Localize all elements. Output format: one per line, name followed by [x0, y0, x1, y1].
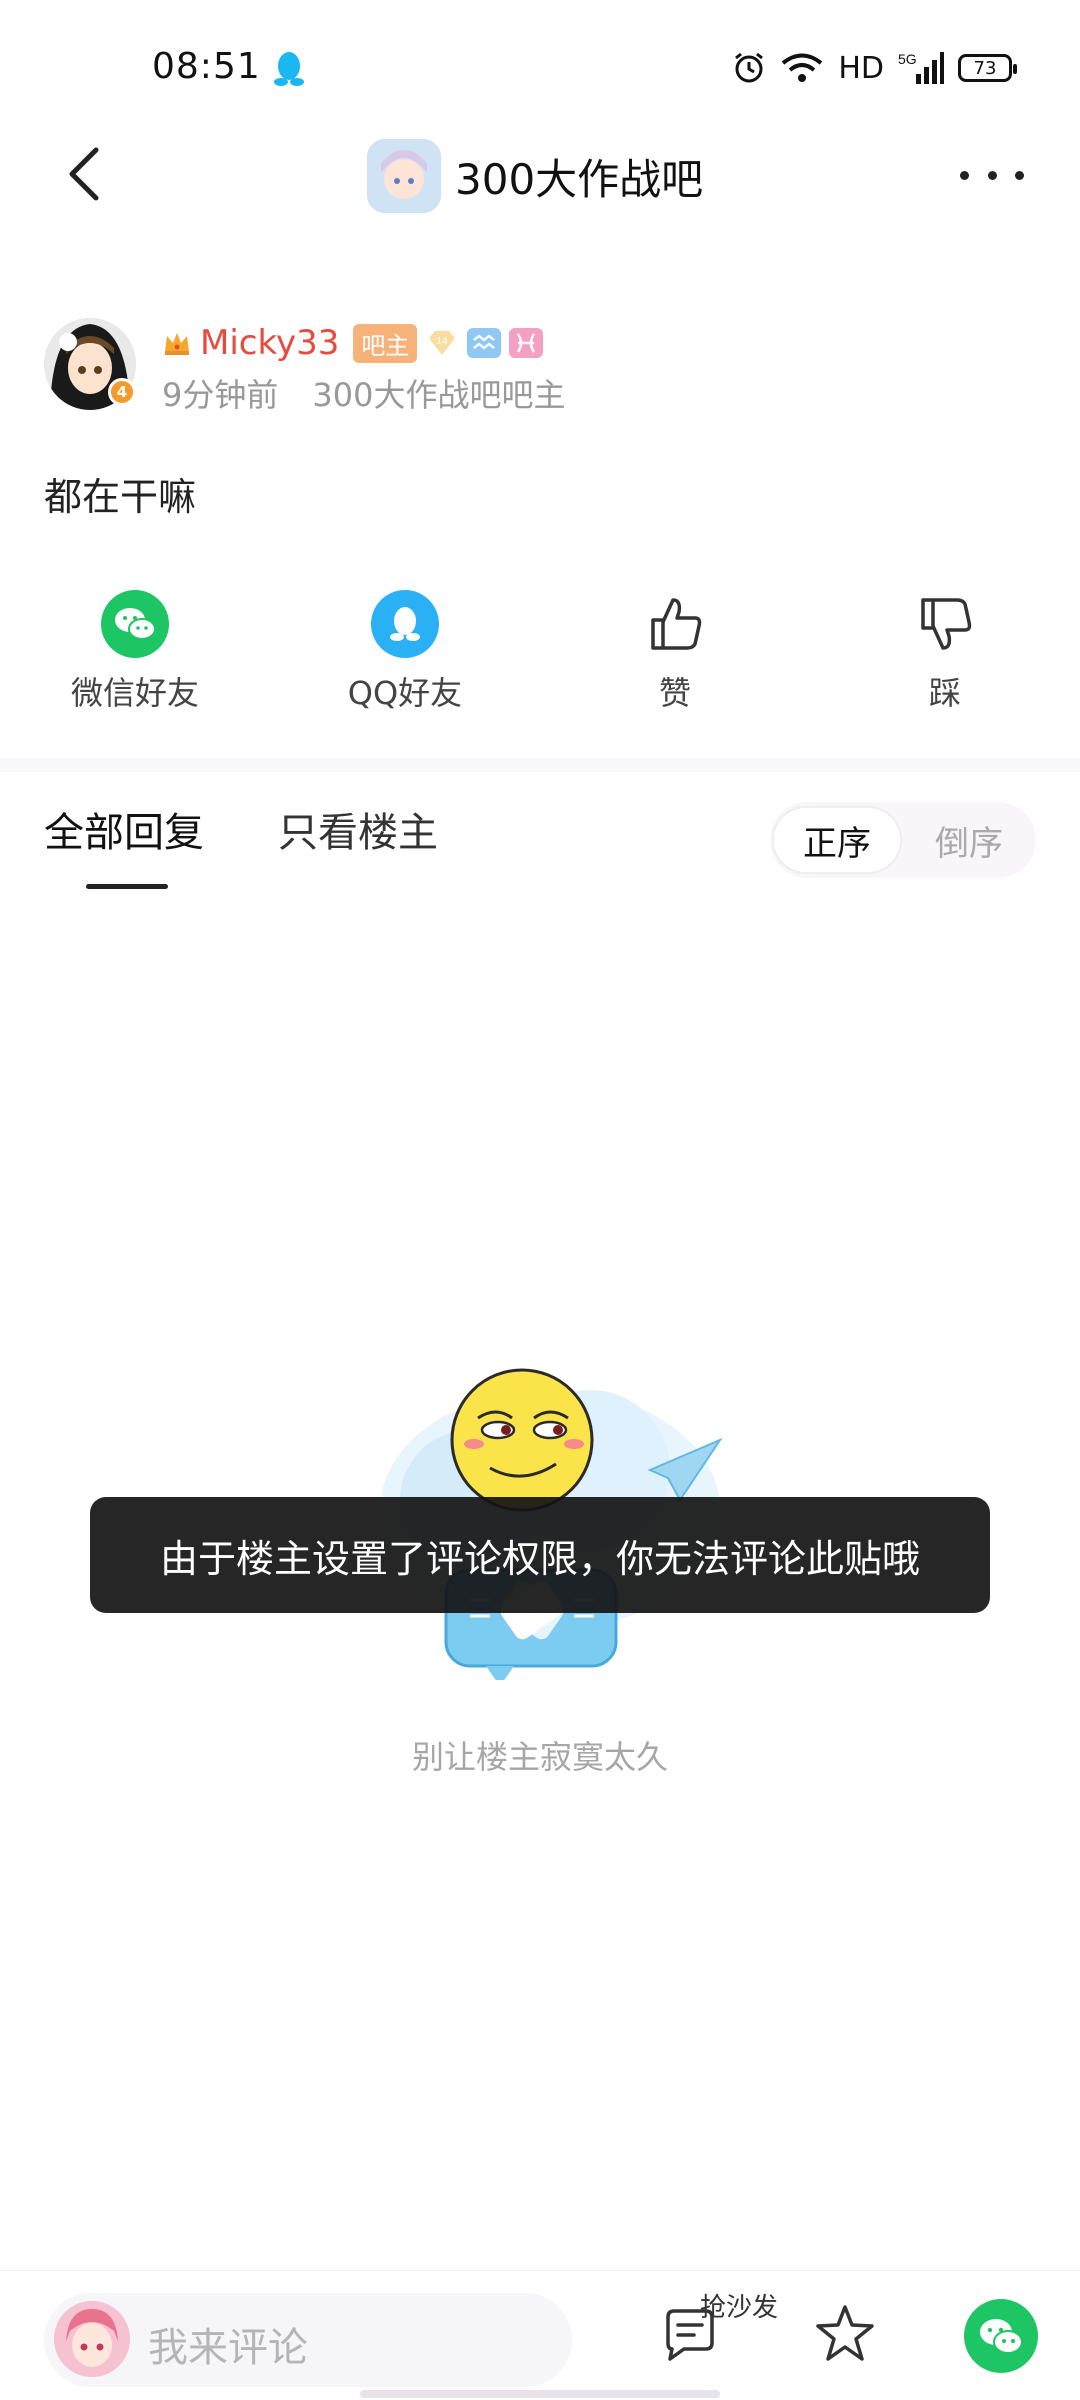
wifi-icon: [782, 53, 823, 82]
battery-level: 73: [973, 57, 997, 79]
more-dot: [960, 170, 969, 180]
active-tab-indicator: [86, 884, 168, 889]
favorite-star-icon[interactable]: [812, 2301, 878, 2367]
section-divider: [0, 758, 1080, 772]
sort-ascending-button[interactable]: 正序: [772, 806, 902, 874]
author-line: Micky33 吧主 14: [162, 322, 544, 364]
author-role: 300大作战吧吧主: [312, 376, 566, 414]
author-name[interactable]: Micky33: [200, 323, 339, 363]
alarm-icon: [735, 52, 764, 83]
share-row: 微信好友 QQ好友 赞 踩: [0, 590, 1080, 720]
sort-order-toggle: 正序 倒序: [770, 802, 1036, 878]
pisces-icon: [509, 328, 544, 358]
post-time: 9分钟前: [162, 376, 279, 414]
status-time: 08:51: [152, 46, 261, 87]
post-header: 4 Micky33 吧主 14 9分钟前 300大作战吧吧主: [44, 318, 1044, 418]
more-dot: [987, 170, 997, 180]
status-bar: 08:51 HD 5G 73: [0, 0, 1080, 120]
thumbs-up-icon: [641, 590, 709, 658]
like-label: 赞: [658, 674, 691, 712]
wechat-share-button[interactable]: [964, 2299, 1038, 2373]
qq-icon: [371, 590, 439, 658]
network-type: HD: [838, 50, 884, 86]
battery-icon: 73: [958, 54, 1017, 82]
signal-label: 5G: [898, 51, 917, 67]
level-diamond-icon: 14: [425, 328, 459, 358]
current-user-avatar: [54, 2301, 130, 2377]
share-wechat-button[interactable]: 微信好友: [55, 590, 215, 714]
status-indicators: HD 5G 73: [732, 46, 1017, 90]
empty-state-text: 别让楼主寂寞太久: [411, 1738, 668, 1776]
sort-descending-button[interactable]: 倒序: [904, 806, 1034, 874]
tab-all-replies[interactable]: 全部回复: [44, 800, 204, 858]
wechat-icon: [980, 2319, 1023, 2354]
forum-title-group[interactable]: 300大作战吧: [367, 136, 703, 216]
bottom-bar: 我来评论 抢沙发: [0, 2270, 1080, 2400]
thumbs-down-icon: [911, 590, 979, 658]
post-content: 都在干嘛: [44, 475, 197, 519]
signal-icon: 5G: [898, 51, 944, 84]
wechat-icon: [101, 590, 169, 658]
more-options-button[interactable]: [960, 150, 1024, 200]
qq-notification-icon: [274, 52, 304, 86]
like-button[interactable]: 赞: [595, 590, 755, 714]
tab-owner-only[interactable]: 只看楼主: [278, 800, 438, 858]
nav-bar: 300大作战吧: [0, 120, 1080, 232]
forum-title: 300大作战吧: [455, 154, 704, 204]
more-dot: [1015, 170, 1024, 180]
sofa-label: 抢沙发: [700, 2293, 779, 2323]
share-wechat-label: 微信好友: [70, 674, 199, 712]
owner-badge: 吧主: [353, 323, 418, 363]
home-indicator: [360, 2390, 720, 2398]
comment-placeholder: 我来评论: [148, 2325, 308, 2371]
post-meta: 9分钟前 300大作战吧吧主: [162, 370, 565, 416]
dislike-label: 踩: [928, 674, 961, 712]
share-qq-button[interactable]: QQ好友: [325, 590, 485, 714]
aquarius-icon: [467, 328, 502, 358]
user-level-badge: 4: [108, 378, 136, 406]
crown-icon: [165, 333, 189, 355]
forum-avatar: [367, 139, 441, 213]
share-qq-label: QQ好友: [347, 674, 463, 712]
back-button[interactable]: [56, 142, 120, 206]
dislike-button[interactable]: 踩: [865, 590, 1025, 714]
permission-toast: 由于楼主设置了评论权限，你无法评论此贴哦: [90, 1497, 990, 1613]
level-number: 14: [437, 336, 449, 347]
comment-input[interactable]: 我来评论: [44, 2293, 572, 2387]
